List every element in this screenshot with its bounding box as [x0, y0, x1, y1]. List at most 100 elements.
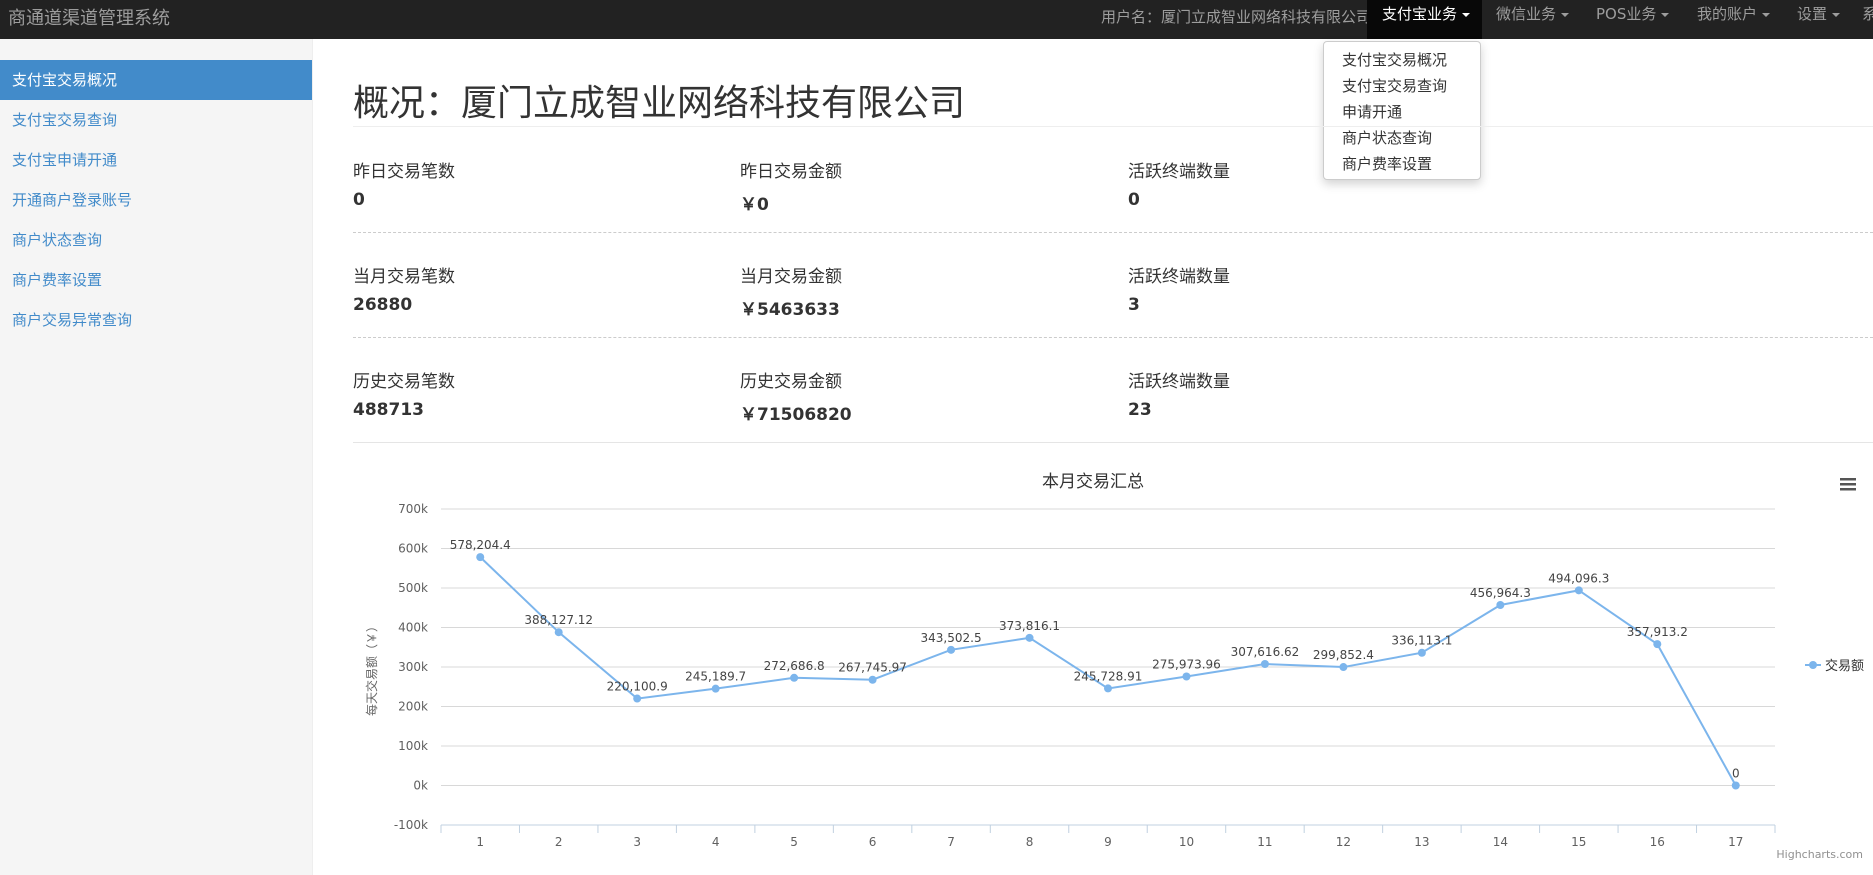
chart-data-point[interactable]: [1104, 684, 1112, 693]
stat-value-yesterday-amount: ￥0: [740, 195, 769, 215]
user-name-label: 用户名：厦门立成智业网络科技有限公司: [1101, 8, 1372, 26]
brand-title[interactable]: 商通道渠道管理系统: [8, 4, 170, 30]
sidebar-item-merchant-account[interactable]: 开通商户登录账号: [0, 180, 312, 220]
chart-x-tick-label: 9: [1104, 835, 1112, 849]
nav-menu-overflow[interactable]: 系: [1862, 0, 1873, 39]
chart-y-tick-label: 500k: [398, 581, 428, 595]
divider: [353, 442, 1873, 443]
dropdown-item-alipay-query[interactable]: 支付宝交易查询: [1324, 73, 1480, 99]
chart-y-tick-label: 200k: [398, 700, 428, 714]
chart-data-point[interactable]: [1260, 659, 1269, 668]
chart-data-label: 0: [1732, 767, 1740, 781]
chart-title: 本月交易汇总: [1042, 472, 1144, 492]
chart-x-axis: 1 2 3 4 5 6 7 8 9 10 11 12 13 14 15 16 17: [440, 824, 1776, 849]
chart-x-tick-label: 16: [1650, 835, 1665, 849]
page-title: 概况：厦门立成智业网络科技有限公司: [353, 83, 966, 124]
dropdown-item-merchant-status[interactable]: 商户状态查询: [1324, 125, 1480, 151]
dropdown-item-alipay-overview[interactable]: 支付宝交易概况: [1324, 47, 1480, 73]
nav-menu-wechat[interactable]: 微信业务: [1496, 0, 1570, 39]
chart-y-tick-label: 0k: [413, 779, 428, 793]
chevron-down-icon: [1561, 12, 1570, 17]
chart-data-label: 299,852.4: [1313, 648, 1374, 662]
top-navbar: 商通道渠道管理系统 用户名：厦门立成智业网络科技有限公司 支付宝业务 微信业务 …: [0, 0, 1873, 39]
sidebar: 支付宝交易概况 支付宝交易查询 支付宝申请开通 开通商户登录账号 商户状态查询 …: [0, 39, 313, 875]
chart-data-label: 307,616.62: [1231, 645, 1300, 659]
stat-value-history-terminals: 23: [1128, 400, 1152, 420]
chart-data-label: 267,745.97: [838, 661, 907, 675]
chart-data-label: 336,113.1: [1391, 634, 1452, 648]
chart-x-tick-label: 15: [1571, 835, 1586, 849]
chart-data-point[interactable]: [1496, 600, 1505, 609]
sidebar-item-alipay-query[interactable]: 支付宝交易查询: [0, 100, 312, 140]
stat-label-month-count: 当月交易笔数: [353, 267, 455, 287]
chart-data-label: 343,502.5: [921, 631, 982, 645]
nav-menu-account-label: 我的账户: [1697, 5, 1758, 23]
chart-data-point[interactable]: [633, 694, 642, 703]
chart-x-tick-label: 17: [1728, 835, 1743, 849]
sidebar-item-merchant-status[interactable]: 商户状态查询: [0, 220, 312, 260]
nav-menu-pos-label: POS业务: [1596, 5, 1657, 23]
nav-menu-pos[interactable]: POS业务: [1596, 0, 1670, 39]
chart-data-point[interactable]: [1653, 640, 1662, 649]
chart-data-point[interactable]: [1417, 648, 1426, 657]
chart-data-point[interactable]: [1025, 633, 1034, 642]
sidebar-item-alipay-overview[interactable]: 支付宝交易概况: [0, 60, 312, 100]
chart-x-tick-label: 12: [1336, 835, 1351, 849]
chevron-down-icon: [1462, 12, 1471, 17]
chart-y-tick-label: 400k: [398, 621, 428, 635]
nav-menu-wechat-label: 微信业务: [1496, 5, 1557, 23]
dropdown-item-apply-open[interactable]: 申请开通: [1324, 99, 1480, 125]
chart-data-point[interactable]: [1731, 781, 1740, 790]
chart-data-point[interactable]: [1339, 663, 1348, 672]
stat-label-history-amount: 历史交易金额: [740, 372, 842, 392]
chart-x-tick-label: 1: [476, 835, 484, 849]
chart-data-point[interactable]: [947, 645, 956, 654]
chart-data-label: 578,204.4: [450, 538, 511, 552]
chart-y-axis: -100k 0k 100k 200k 300k 400k 500k 600k 700k: [394, 502, 428, 832]
nav-menu-alipay[interactable]: 支付宝业务: [1367, 0, 1482, 39]
stat-label-yesterday-count: 昨日交易笔数: [353, 162, 455, 182]
chart-legend-label: 交易额: [1825, 658, 1864, 674]
chart-x-tick-label: 7: [947, 835, 955, 849]
sidebar-item-alipay-apply[interactable]: 支付宝申请开通: [0, 140, 312, 180]
stat-value-month-terminals: 3: [1128, 295, 1140, 315]
chart-x-tick-label: 11: [1257, 835, 1272, 849]
chart-credits[interactable]: Highcharts.com: [1776, 848, 1863, 861]
chart-data-point[interactable]: [1574, 586, 1583, 595]
chart-y-tick-label: 100k: [398, 739, 428, 753]
chart-data-point[interactable]: [554, 628, 563, 637]
stat-value-history-count: 488713: [353, 400, 424, 420]
nav-menu-overflow-label: 系: [1862, 5, 1873, 23]
stat-value-month-count: 26880: [353, 295, 413, 315]
divider: [353, 126, 1873, 127]
chart-data-point[interactable]: [476, 553, 485, 562]
chart-data-label: 245,189.7: [685, 670, 746, 684]
chart-data-point[interactable]: [711, 684, 720, 693]
dropdown-item-merchant-fee[interactable]: 商户费率设置: [1324, 151, 1480, 177]
divider: [353, 232, 1873, 233]
sidebar-item-merchant-fee[interactable]: 商户费率设置: [0, 260, 312, 300]
sidebar-item-merchant-exception[interactable]: 商户交易异常查询: [0, 300, 312, 340]
chart-legend-item[interactable]: 交易额: [1805, 658, 1864, 674]
chart-x-tick-label: 5: [790, 835, 798, 849]
stat-label-yesterday-amount: 昨日交易金额: [740, 162, 842, 182]
chevron-down-icon: [1832, 12, 1841, 17]
chart-x-tick-label: 14: [1493, 835, 1508, 849]
nav-menu-settings[interactable]: 设置: [1797, 0, 1841, 39]
stat-label-history-count: 历史交易笔数: [353, 372, 455, 392]
divider: [353, 337, 1873, 338]
chart-data-point[interactable]: [868, 675, 877, 684]
chart-data-point[interactable]: [790, 673, 799, 682]
stat-value-yesterday-count: 0: [353, 190, 365, 210]
chart-data-point[interactable]: [1182, 672, 1191, 681]
chart-y-tick-label: 300k: [398, 660, 428, 674]
nav-menu-account[interactable]: 我的账户: [1697, 0, 1771, 39]
chevron-down-icon: [1661, 12, 1670, 17]
nav-menu-settings-label: 设置: [1797, 5, 1828, 23]
nav-menu-alipay-label: 支付宝业务: [1382, 5, 1458, 23]
chart-data-label: 220,100.9: [607, 680, 668, 694]
stat-label-month-terminals: 活跃终端数量: [1128, 267, 1230, 287]
chart-x-tick-label: 3: [633, 835, 641, 849]
chart-menu-icon[interactable]: [1840, 478, 1856, 491]
chart-series: 578,204.4 388,127.12 220,100.9 245,189.7 272…: [450, 538, 1740, 790]
